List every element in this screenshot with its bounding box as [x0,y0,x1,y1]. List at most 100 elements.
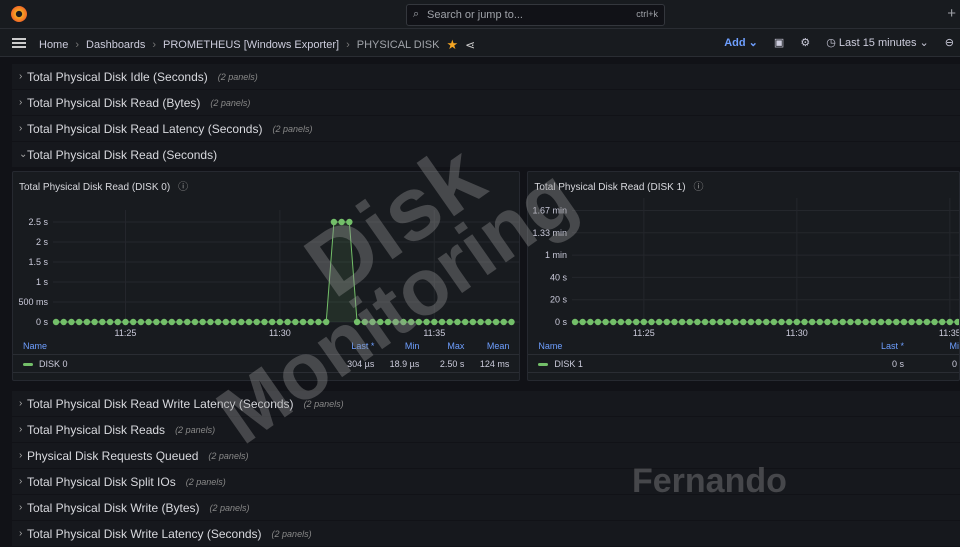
row-title: Total Physical Disk Write (Bytes) [27,500,200,515]
data-point [315,318,322,326]
data-point [839,318,847,326]
dashboard-row[interactable]: › Total Physical Disk Read Latency (Secon… [12,116,960,142]
dashboard-row[interactable]: › Physical Disk Requests Queued (2 panels) [12,443,960,469]
dashboard-row[interactable]: › Total Physical Disk Write (Bytes) (2 pan… [12,495,960,521]
data-point [353,318,361,326]
series-swatch [538,362,549,366]
plus-icon[interactable]: + [947,5,956,22]
data-point [816,318,824,326]
data-point [931,318,939,326]
breadcrumb-dashboards[interactable]: Dashboards [86,39,145,51]
legend-header-min[interactable]: Min [374,341,420,351]
data-point [122,318,129,326]
legend-mean: 124 ms [479,358,510,369]
gear-icon[interactable]: ⚙ [800,36,810,49]
breadcrumb: Home › Dashboards › PROMETHEUS [Windows Ex… [39,37,476,53]
data-point [885,318,893,326]
x-tick-label: 11:30 [269,328,291,337]
data-point [330,218,338,226]
data-point [377,318,384,326]
legend-header-last[interactable]: Last * [329,341,374,351]
breadcrumb-folder[interactable]: PROMETHEUS [Windows Exporter] [163,39,339,51]
data-point [207,318,214,326]
data-point [686,318,694,326]
search-input[interactable]: ⌕ Search or jump to... ctrl+k [406,4,665,26]
dashboard-row[interactable]: › Total Physical Disk Read (Bytes) (2 pane… [12,90,960,116]
data-point [748,318,755,326]
dashboard-row[interactable]: › Total Physical Disk Split IOs (2 panels) [12,469,960,495]
legend-last: 304 µs [347,358,375,369]
data-point [446,318,453,326]
legend-header-last[interactable]: Last * [859,341,904,351]
grafana-logo-icon[interactable] [11,6,27,22]
data-point [384,318,392,326]
data-point [276,318,284,326]
series-name: DISK 1 [554,358,583,369]
y-tick-label: 2.5 s [28,217,48,227]
row-panel-count: (2 panels) [208,450,249,461]
row-title: Total Physical Disk Split IOs [27,474,176,489]
legend-header-name[interactable]: Name [23,341,329,351]
data-point [323,318,330,326]
data-point [60,318,67,326]
data-point [307,318,314,326]
save-icon[interactable]: ▣ [774,36,784,49]
legend-min: 0 s [951,358,959,369]
y-tick-label: 20 s [550,295,568,305]
search-icon: ⌕ [413,8,420,20]
data-point [702,318,709,326]
data-point [648,318,656,326]
data-point [438,318,446,326]
row-expanded[interactable]: ⌄ Total Physical Disk Read (Seconds) [12,142,960,168]
dashboard-row[interactable]: › Total Physical Disk Idle (Seconds) (2 pa… [12,64,960,90]
add-button[interactable]: Add ⌄ [724,36,758,49]
data-point [222,318,230,326]
data-point [261,318,268,326]
data-point [671,318,679,326]
data-point [610,318,617,326]
data-point [908,318,916,326]
data-point [725,318,732,326]
y-tick-label: 40 s [550,272,568,282]
data-point [717,318,724,326]
data-point [771,318,778,326]
menu-icon[interactable] [12,38,26,48]
y-tick-label: 1 s [36,277,49,287]
data-point [916,318,923,326]
row-panel-count: (2 panels) [210,97,251,108]
zoom-out-icon[interactable]: ⊖ [945,36,954,49]
row-panel-count: (2 panels) [185,476,226,487]
dashboard-row[interactable]: › Total Physical Disk Reads (2 panels) [12,417,960,443]
y-tick-label: 0 s [555,317,568,327]
data-point [168,318,175,326]
series-line [56,221,512,323]
data-point [732,318,740,326]
data-point [755,318,763,326]
data-point [75,318,83,326]
data-point [106,318,114,326]
legend-header-mean[interactable]: Mean [464,341,510,351]
x-tick-label: 11:30 [786,328,808,337]
data-point [461,318,469,326]
time-range-picker[interactable]: ◷ Last 15 minutes ⌄ [826,36,929,49]
legend-row[interactable]: DISK 0 304 µs 18.9 µs 2.50 s 124 ms [13,355,520,373]
breadcrumb-home[interactable]: Home [39,39,68,51]
row-panel-count: (2 panels) [271,528,312,539]
legend-header-max[interactable]: Max [419,341,464,351]
chevron-right-icon: › [19,424,23,435]
dashboard-row[interactable]: › Total Physical Disk Write Latency (Seco… [12,521,960,547]
legend-header-name[interactable]: Name [538,341,859,351]
legend-header-min[interactable]: Min [919,341,959,351]
star-icon[interactable]: ★ [446,37,458,53]
x-tick-label: 11:35 [423,328,445,337]
share-icon[interactable]: ⋖ [465,38,475,52]
row-panel-count: (2 panels) [175,424,216,435]
dashboard-row[interactable]: › Total Physical Disk Read Write Latency … [12,391,960,417]
data-point [893,318,900,326]
legend-row[interactable]: DISK 1 0 s 0 s [528,355,959,373]
data-point [740,318,747,326]
data-point [709,318,717,326]
data-point [824,318,832,326]
data-point [878,318,885,326]
panel-disk-1: Total Physical Disk Read (DISK 1) ⓘ 0 s 20… [527,171,960,381]
